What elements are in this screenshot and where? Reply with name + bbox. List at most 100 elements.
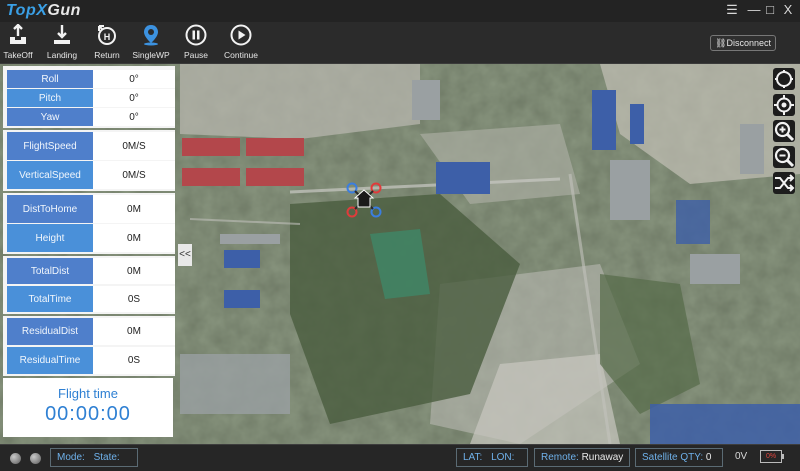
shuffle-map-button[interactable] [773,172,795,194]
single-waypoint-button[interactable]: SingleWP [126,24,176,64]
lon-label: LON: [491,452,515,463]
remote-label: Remote: [541,452,579,463]
residual-dist-value: 0M [93,318,175,345]
residual-dist-label: ResidualDist [7,318,93,345]
building [690,254,740,284]
building [224,250,260,268]
collapse-panel-button[interactable]: << [178,244,192,266]
residual-dist-row: ResidualDist 0M [3,318,175,345]
height-value: 0M [93,224,175,252]
continue-button[interactable]: Continue [216,24,266,64]
yaw-row: Yaw 0° [3,108,175,126]
position-group: DistToHome 0M Height 0M [3,193,175,254]
building [630,104,644,144]
flight-time-label: Flight time [58,386,118,401]
building [740,124,764,174]
yaw-value: 0° [93,108,175,126]
my-location-button[interactable] [773,94,795,116]
total-time-label: TotalTime [7,286,93,312]
height-row: Height 0M [3,224,175,252]
building [650,404,800,444]
building [412,80,440,120]
lat-label: LAT: [463,452,483,463]
satellite-label: Satellite QTY: [642,452,704,463]
residual-time-row: ResidualTime 0S [3,347,175,374]
remote-value: Runaway [581,452,624,463]
toolbar: TakeOff Landing H Return SingleWP Pause … [0,22,800,64]
yaw-label: Yaw [7,108,93,126]
waypoint-pin-icon [144,25,158,46]
pitch-value: 0° [93,89,175,107]
menu-icon[interactable]: ☰ [722,1,742,19]
total-time-value: 0S [93,286,175,312]
vertical-speed-label: VerticalSpeed [7,161,93,189]
zoom-in-button[interactable] [773,120,795,142]
connection-indicator [10,453,21,464]
status-bar: Mode: State: LAT: LON: Remote: Runaway S… [0,444,800,471]
flight-speed-value: 0M/S [93,132,175,160]
flight-speed-row: FlightSpeed 0M/S [3,132,175,160]
flight-time-box: Flight time 00:00:00 [3,378,173,437]
building [610,160,650,220]
flight-speed-label: FlightSpeed [7,132,93,160]
lat-lon-box: LAT: LON: [456,448,528,467]
total-time-row: TotalTime 0S [3,286,175,312]
mode-label: Mode: [57,452,85,463]
disconnect-button[interactable]: ⛓Disconnect [710,35,776,51]
remote-box: Remote: Runaway [534,448,630,467]
pause-icon [185,24,207,46]
building [436,162,490,194]
roll-value: 0° [93,70,175,88]
target-icon [774,95,794,115]
building [220,234,280,244]
landing-button[interactable]: Landing [37,24,87,64]
building [592,90,616,150]
satellite-box: Satellite QTY: 0 [635,448,723,467]
dist-to-home-label: DistToHome [7,195,93,223]
landing-icon [54,25,70,44]
total-dist-value: 0M [93,258,175,284]
return-home-icon: H [98,25,116,45]
return-button[interactable]: H Return [82,24,132,64]
crosshair-icon [775,70,793,88]
home-drone-marker[interactable] [346,182,382,218]
total-dist-row: TotalDist 0M [3,258,175,284]
residual-group: ResidualDist 0M ResidualTime 0S [3,316,175,376]
flight-time-value: 00:00:00 [45,403,131,425]
app-window: TopXGun ☰ — □ X TakeOff Landing H Return… [0,0,800,471]
pitch-label: Pitch [7,89,93,107]
zoom-in-icon [774,121,795,142]
residual-time-label: ResidualTime [7,347,93,374]
speed-group: FlightSpeed 0M/S VerticalSpeed 0M/S [3,130,175,191]
totals-group: TotalDist 0M TotalTime 0S [3,256,175,314]
height-label: Height [7,224,93,252]
title-bar: TopXGun ☰ — □ X [0,0,800,22]
building [246,168,304,186]
dist-to-home-value: 0M [93,195,175,223]
zoom-out-icon [774,147,795,168]
play-icon [230,24,252,46]
building [180,354,290,414]
shuffle-icon [775,174,795,192]
zoom-out-button[interactable] [773,146,795,168]
building [182,168,240,186]
locate-aircraft-button[interactable] [773,68,795,90]
maximize-button[interactable]: □ [760,1,780,19]
unlink-icon: ⛓ [715,38,727,48]
mode-state-box: Mode: State: [50,448,138,467]
takeoff-icon [10,24,26,44]
gps-indicator [30,453,41,464]
vertical-speed-row: VerticalSpeed 0M/S [3,161,175,189]
roll-row: Roll 0° [3,70,175,88]
roll-label: Roll [7,70,93,88]
app-logo: TopXGun [6,2,81,19]
close-button[interactable]: X [778,1,798,19]
building [246,138,304,156]
attitude-group: Roll 0° Pitch 0° Yaw 0° [3,66,175,128]
vertical-speed-value: 0M/S [93,161,175,189]
building [224,290,260,308]
pause-button[interactable]: Pause [171,24,221,64]
dist-to-home-row: DistToHome 0M [3,195,175,223]
voltage-value: 0V [735,451,748,462]
svg-text:H: H [104,32,111,42]
